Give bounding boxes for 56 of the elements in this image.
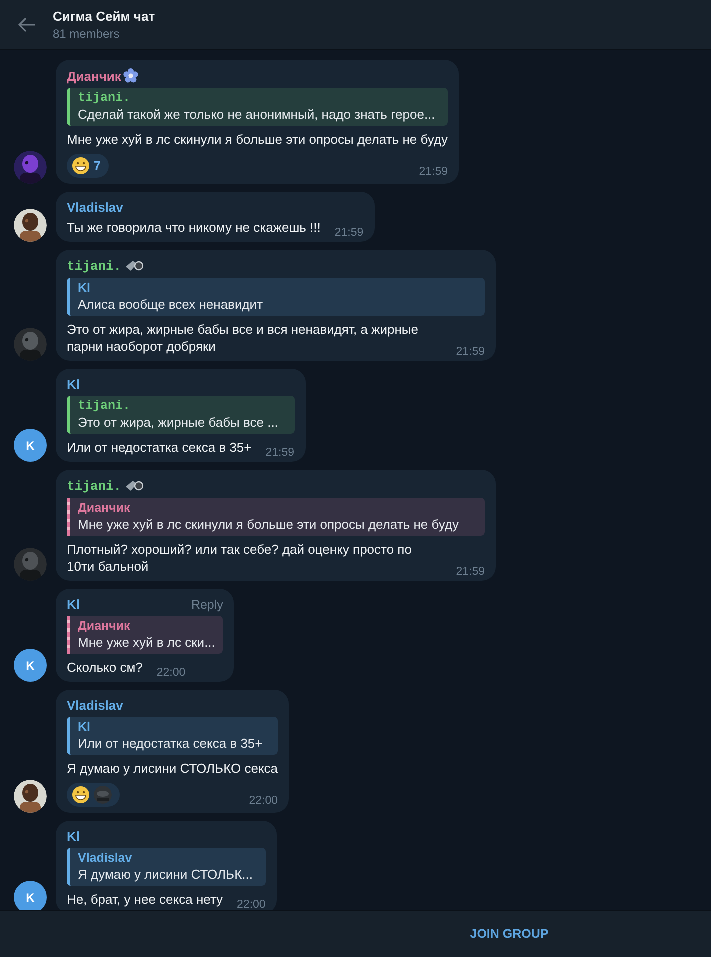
message-time: 21:59 [266,447,295,459]
reaction-chip[interactable] [67,783,120,807]
quoted-text: Мне уже хуй в лс ски... [78,635,216,650]
reply-quote[interactable]: Дианчик Мне уже хуй в лс ски... [67,616,224,654]
quoted-sender: Kl [78,281,92,295]
sender-name[interactable]: Дианчик [67,68,122,84]
reply-quote[interactable]: tijani. Это от жира, жирные бабы все ... [67,396,295,434]
reply-quote[interactable]: Vladislav Я думаю у лисини СТОЛЬК... [67,848,266,886]
message-time: 21:59 [419,166,448,178]
quoted-sender: Дианчик [78,619,132,633]
back-arrow-icon[interactable] [18,16,36,32]
message-text: Сколько см? [67,659,143,676]
message-text: Или от недостатка секса в 35+ [67,439,252,456]
message-text: Я думаю у лисини СТОЛЬКО секса [67,760,278,777]
sender-name[interactable]: Vladislav [67,200,124,215]
reply-quote[interactable]: Дианчик Мне уже хуй в лс скинули я больше эти опросы делать не буду [67,498,485,536]
sender-name[interactable]: Vladislav [67,698,124,713]
sender-name[interactable]: tijani. [67,478,122,494]
reaction-chip[interactable]: 7 [67,154,109,178]
grinning-face-icon [72,786,90,804]
reply-link[interactable]: Reply [161,598,224,612]
quoted-sender: tijani. [78,399,132,413]
message-text: Мне уже хуй в лс скинули я больше эти опросы делать не буду [67,131,448,148]
sender-name[interactable]: Kl [67,829,80,844]
member-count: 81 members [53,26,121,40]
quoted-sender: Kl [78,720,92,734]
join-group-button[interactable]: JOIN GROUP [460,921,559,947]
message-text: Это от жира, жирные бабы все и вся ненавидят, а жирные парни наоборот добряки [67,321,420,355]
quoted-text: Сделай такой же только не анонимный, надо знать герое... [78,107,436,122]
message-time: 22:00 [156,667,186,679]
reply-quote[interactable]: Kl Алиса вообще всех ненавидит [67,278,485,316]
message-text: Плотный? хороший? или так себе? дай оценку просто по 10ти бальной [67,541,413,575]
reply-quote[interactable]: Kl Или от недостатка секса в 35+ [67,717,278,755]
quoted-text: Или от недостатка секса в 35+ [78,736,264,751]
chat-title: Сигма Сейм чат [53,8,156,24]
message-time: 21:59 [456,346,485,358]
quoted-sender: Vladislav [78,851,134,865]
reaction-count: 7 [94,159,101,173]
reply-quote[interactable]: tijani. Сделай такой же только не анонимный, надо знать герое... [67,88,448,126]
message-text: Ты же говорила что никому не скажешь !!! [67,219,321,236]
grinning-face-icon [72,157,90,175]
quoted-text: Алиса вообще всех ненавидит [78,297,264,312]
message-time: 21:59 [334,227,364,239]
sender-name[interactable]: Kl [67,377,80,392]
quoted-text: Я думаю у лисини СТОЛЬК... [78,867,254,882]
sender-name[interactable]: tijani. [67,258,122,274]
quoted-text: Мне уже хуй в лс скинули я больше эти опросы делать не буду [78,517,460,532]
message-time: 22:00 [237,899,266,910]
quoted-text: Это от жира, жирные бабы все ... [78,415,280,430]
quoted-sender: tijani. [78,91,132,105]
message-text: Не, брат, у нее секса нету [67,891,224,908]
sender-name[interactable]: Kl [67,597,80,612]
flower-icon [123,68,140,84]
quoted-sender: Дианчик [78,501,132,515]
message-time: 21:59 [456,566,485,578]
message-time: 22:00 [249,795,278,807]
